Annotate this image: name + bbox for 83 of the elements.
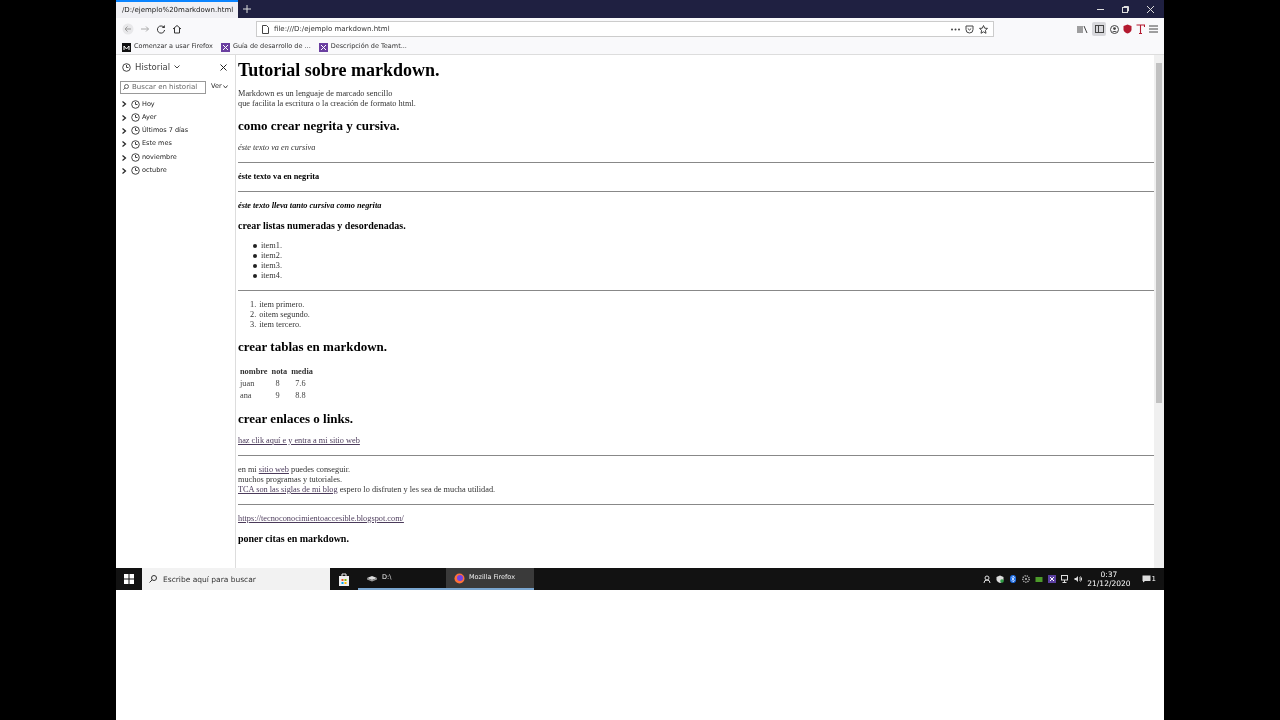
app-tray-icon[interactable] <box>1048 575 1057 583</box>
more-icon[interactable] <box>951 27 960 31</box>
list-item: item primero. <box>259 300 305 310</box>
section-heading: como crear negrita y cursiva. <box>238 118 401 134</box>
graphics-card-icon[interactable] <box>1035 575 1044 583</box>
bullet-icon <box>253 244 257 248</box>
section-heading: crear enlaces o links. <box>238 411 355 427</box>
bullet-icon <box>253 274 257 278</box>
page-icon <box>262 24 269 34</box>
bold-italic-text: éste texto lleva tanto cursiva como negrita <box>238 201 383 211</box>
column-header: media <box>290 366 314 378</box>
clock-icon <box>131 126 140 136</box>
network-icon[interactable] <box>1061 575 1070 583</box>
clock-icon <box>122 62 131 72</box>
menu-icon[interactable] <box>1149 25 1158 33</box>
table-cell-text: ana <box>239 390 253 402</box>
account-icon[interactable] <box>1110 24 1119 34</box>
table-cell-text: 8.8 <box>294 390 307 402</box>
bold-text: éste texto va en negrita <box>238 172 321 182</box>
people-icon[interactable] <box>983 575 992 583</box>
pocket-icon[interactable] <box>965 24 974 34</box>
clock-icon <box>131 153 140 163</box>
drive-icon <box>366 574 378 582</box>
restore-icon[interactable] <box>1122 5 1129 13</box>
bullet-icon <box>253 264 257 268</box>
text-line: en mi sitio web puedes conseguir. <box>238 465 351 475</box>
list-item: item tercero. <box>259 320 302 330</box>
column-header: nombre <box>239 366 269 378</box>
text-line: muchos programas y tutoriales. <box>238 475 344 485</box>
page-title: Tutorial sobre markdown. <box>238 60 441 80</box>
bluetooth-icon[interactable] <box>1009 575 1018 583</box>
chevron-down-icon <box>222 85 228 90</box>
scrollbar-thumb[interactable] <box>1156 63 1162 403</box>
back-arrow-icon[interactable] <box>122 23 134 35</box>
bullet-icon <box>253 254 257 258</box>
speaker-icon[interactable] <box>1074 575 1083 583</box>
text-line: que facilita la escritura o la creación de formato html. <box>238 99 417 109</box>
list-number: 3. <box>250 320 257 330</box>
shield-icon[interactable] <box>996 575 1005 583</box>
text-line: TCA son las siglas de mi blog espero lo disfruten y les sea de mucha utilidad. <box>238 485 497 495</box>
list-item: item2. <box>261 251 282 261</box>
chat-icon <box>1141 575 1151 583</box>
table-cell-text: juan <box>238 378 256 390</box>
home-icon[interactable] <box>172 24 182 34</box>
shield-icon[interactable] <box>1123 24 1132 34</box>
clock-icon <box>131 113 140 123</box>
table-cell-text: 9 <box>274 390 281 402</box>
link[interactable]: sitio web <box>258 465 289 474</box>
scrollbar[interactable] <box>1154 55 1164 568</box>
clock-icon <box>131 166 140 176</box>
gear-icon[interactable] <box>1022 575 1031 583</box>
list-item: item1. <box>261 241 282 251</box>
list-item: item4. <box>261 271 282 281</box>
plus-icon[interactable] <box>243 5 251 13</box>
list-item: oitem segundo. <box>259 310 310 320</box>
section-heading: poner citas en markdown. <box>238 533 350 545</box>
search-icon <box>149 575 157 583</box>
reload-icon[interactable] <box>156 24 166 34</box>
search-icon <box>123 83 129 90</box>
link[interactable]: https://tecnoconocimientoaccesible.blogspot.com/ <box>238 514 404 524</box>
table-cell-text: 8 <box>274 378 281 390</box>
table-cell-text: 7.6 <box>294 378 307 390</box>
t-letter-icon[interactable] <box>1136 24 1145 34</box>
italic-text: éste texto va en cursiva <box>238 143 317 153</box>
globe-icon <box>454 572 465 584</box>
clock-icon <box>131 99 140 109</box>
column-header: nota <box>270 366 289 378</box>
clock-icon <box>131 139 140 149</box>
sidebar-icon <box>1094 25 1104 33</box>
list-item: item3. <box>261 261 282 271</box>
list-number: 2. <box>250 310 257 320</box>
star-icon[interactable] <box>979 24 988 34</box>
library-icon[interactable] <box>1077 24 1088 34</box>
sidebar-title[interactable]: Historial <box>135 61 171 74</box>
section-heading: crear listas numeradas y desordenadas. <box>238 220 407 232</box>
link[interactable]: TCA son las siglas de mi blog <box>238 485 338 494</box>
section-heading: crear tablas en markdown. <box>238 339 389 355</box>
link[interactable]: haz clik aquí e y entra a mi sitio web <box>238 436 360 446</box>
close-icon[interactable] <box>220 63 227 71</box>
chevron-down-icon[interactable] <box>174 65 181 70</box>
sidebar-toggle-button[interactable] <box>1092 22 1106 36</box>
list-number: 1. <box>250 300 257 310</box>
text-line: Markdown es un lenguaje de marcado sencillo <box>238 89 394 99</box>
